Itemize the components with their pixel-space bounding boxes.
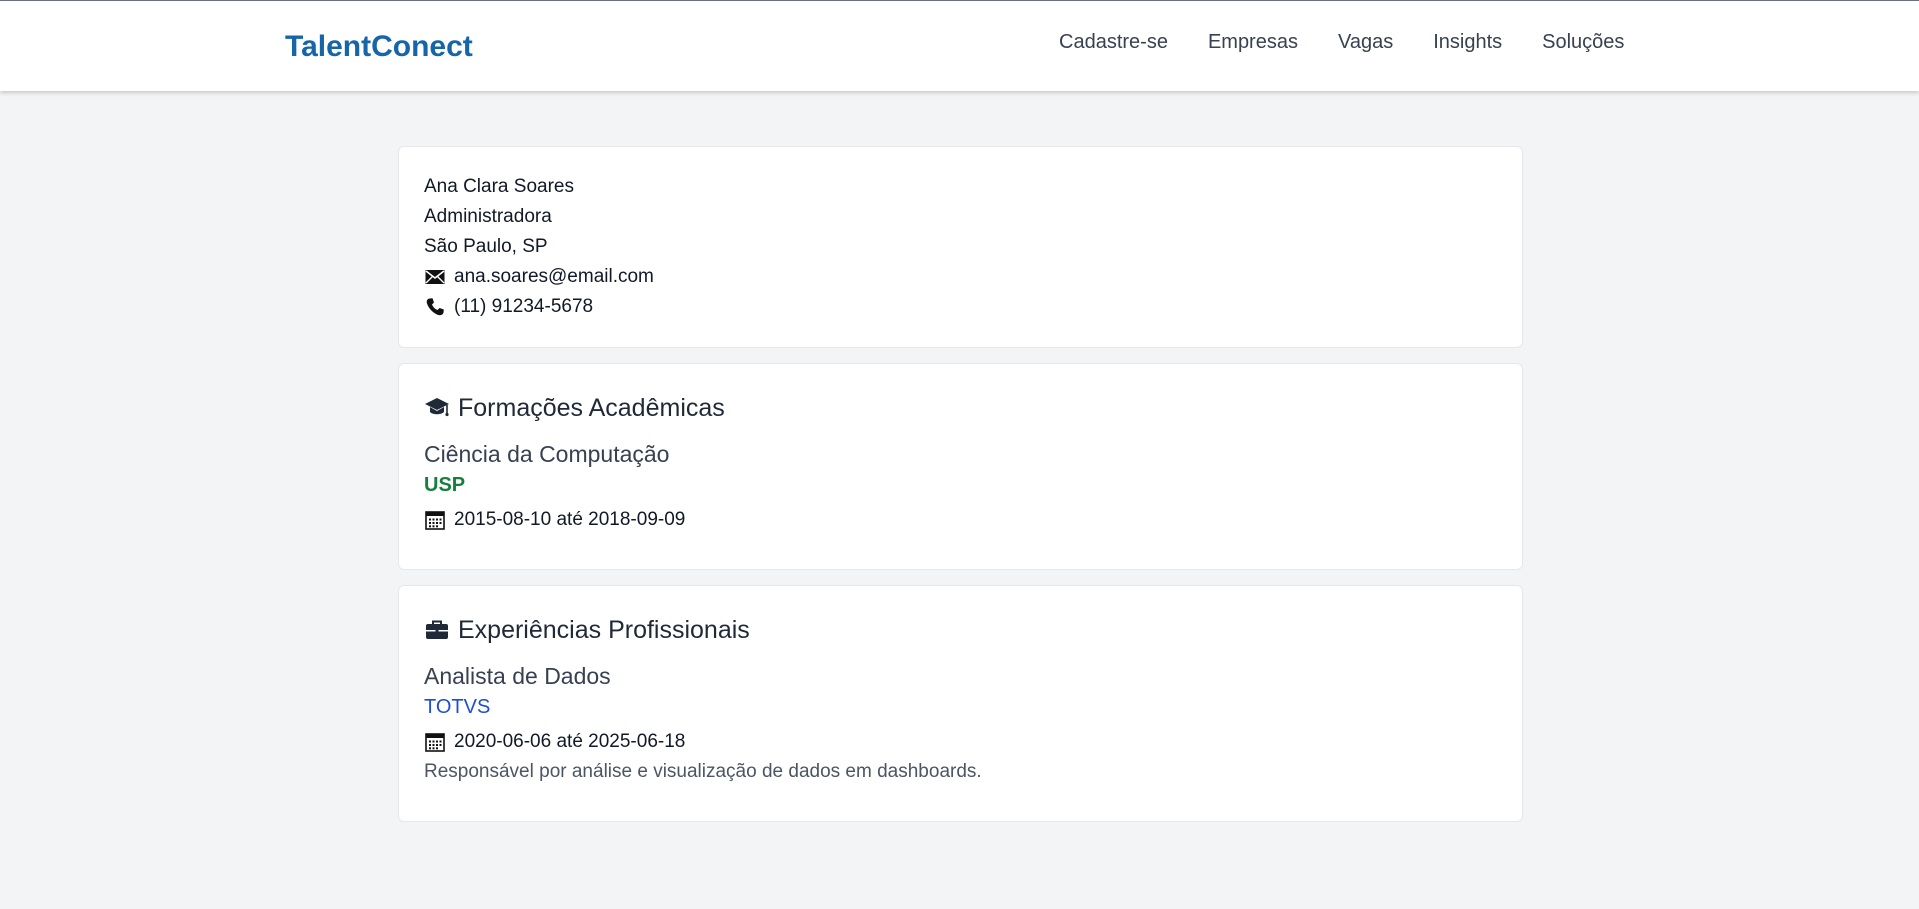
top-navbar: TalentConect Cadastre-se Empresas Vagas …: [0, 1, 1919, 91]
calendar-icon: [424, 509, 446, 531]
experience-card: Experiências Profissionais Analista de D…: [398, 585, 1523, 822]
experience-section-title: Experiências Profissionais: [424, 612, 1497, 648]
nav-insights[interactable]: Insights: [1433, 31, 1502, 54]
education-period-row: 2015-08-10 até 2018-09-09: [424, 505, 1497, 535]
experience-title-text: Experiências Profissionais: [458, 615, 750, 644]
briefcase-icon: [424, 617, 450, 643]
education-card: Formações Acadêmicas Ciência da Computaç…: [398, 363, 1523, 570]
graduation-cap-icon: [424, 395, 450, 421]
profile-location: São Paulo, SP: [424, 236, 548, 257]
experience-period-row: 2020-06-06 até 2025-06-18: [424, 727, 1497, 757]
profile-card: Ana Clara Soares Administradora São Paul…: [398, 146, 1523, 348]
nav-empresas[interactable]: Empresas: [1208, 31, 1298, 54]
education-title-text: Formações Acadêmicas: [458, 393, 725, 422]
profile-email-row: ana.soares@email.com: [424, 262, 1497, 292]
envelope-icon: [424, 266, 446, 288]
education-period: 2015-08-10 até 2018-09-09: [454, 509, 686, 530]
profile-phone-row: (11) 91234-5678: [424, 292, 1497, 322]
calendar-icon: [424, 731, 446, 753]
experience-description: Responsável por análise e visualização d…: [424, 761, 982, 782]
brand-logo[interactable]: TalentConect: [285, 30, 473, 64]
profile-phone[interactable]: (11) 91234-5678: [454, 292, 593, 322]
education-section-title: Formações Acadêmicas: [424, 390, 1497, 426]
education-institution: USP: [424, 474, 466, 496]
experience-position: Analista de Dados: [424, 663, 611, 689]
phone-icon: [424, 296, 446, 318]
experience-period: 2020-06-06 até 2025-06-18: [454, 731, 686, 752]
experience-company: TOTVS: [424, 696, 491, 718]
nav-solucoes[interactable]: Soluções: [1542, 31, 1624, 54]
main-nav: Cadastre-se Empresas Vagas Insights Solu…: [1059, 31, 1624, 54]
nav-vagas[interactable]: Vagas: [1338, 31, 1393, 54]
profile-name: Ana Clara Soares: [424, 176, 574, 197]
profile-email[interactable]: ana.soares@email.com: [454, 262, 654, 292]
education-course: Ciência da Computação: [424, 441, 670, 467]
profile-role: Administradora: [424, 206, 552, 227]
nav-cadastre-se[interactable]: Cadastre-se: [1059, 31, 1168, 54]
